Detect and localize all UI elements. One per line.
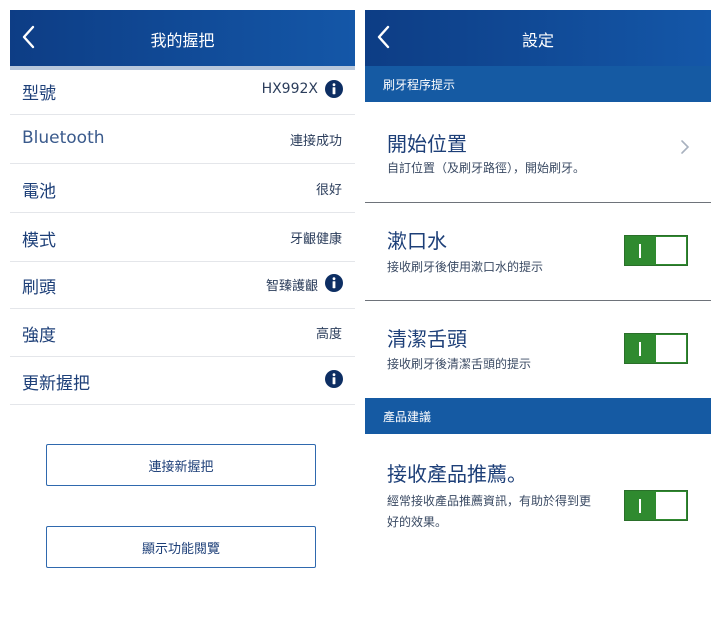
row-label: 更新握把 — [22, 374, 90, 394]
mouthwash-toggle[interactable] — [624, 235, 688, 266]
toggle-on-mark — [639, 244, 641, 258]
section-header: 產品建議 — [365, 398, 711, 434]
section-label: 產品建議 — [383, 410, 432, 424]
row-update-handle: 更新握把 — [10, 356, 355, 405]
row-label: 強度 — [22, 326, 56, 346]
item-description: 自訂位置（及刷牙路徑），開始刷牙。 — [387, 161, 586, 175]
row-value: 連接成功 — [289, 134, 342, 149]
row-label: Bluetooth — [22, 128, 105, 148]
item-description: 好的效果。 — [387, 515, 448, 529]
tongue-clean-toggle[interactable] — [624, 333, 688, 364]
item-title: 開始位置 — [387, 132, 467, 156]
toggle-knob — [656, 335, 686, 362]
start-position-item[interactable]: 開始位置 自訂位置（及刷牙路徑），開始刷牙。 — [365, 102, 711, 202]
toggle-knob — [656, 237, 686, 264]
page-title: 設定 — [521, 31, 554, 50]
row-label: 模式 — [22, 231, 56, 251]
row-intensity[interactable]: 強度 高度 — [10, 308, 355, 357]
product-recommendation-toggle[interactable] — [624, 490, 688, 521]
header: 我的握把 — [10, 10, 355, 66]
toggle-on-mark — [639, 342, 641, 356]
show-features-button[interactable]: 顯示功能閱覽 — [46, 526, 316, 568]
product-recommendation-item: 接收產品推薦。 經常接收產品推薦資訊，有助於得到更 好的效果。 — [365, 434, 711, 554]
item-description: 接收刷牙後使用漱口水的提示 — [387, 260, 544, 274]
item-description: 接收刷牙後清潔舌頭的提示 — [387, 357, 532, 371]
item-title: 漱口水 — [387, 229, 447, 253]
row-value: 很好 — [315, 183, 342, 198]
row-value: 智臻護齦 — [265, 279, 318, 294]
item-title: 清潔舌頭 — [387, 327, 467, 351]
settings-screen: 設定 刷牙程序提示 開始位置 自訂位置（及刷牙路徑），開始刷牙。 漱口水 接收刷… — [365, 10, 711, 644]
row-bluetooth: Bluetooth 連接成功 — [10, 115, 355, 164]
section-header: 刷牙程序提示 — [365, 66, 711, 102]
row-battery: 電池 很好 — [10, 164, 355, 213]
section-label: 刷牙程序提示 — [383, 78, 456, 92]
tongue-clean-item: 清潔舌頭 接收刷牙後清潔舌頭的提示 — [365, 301, 711, 398]
item-description: 經常接收產品推薦資訊，有助於得到更 — [387, 494, 592, 508]
my-handle-screen: 我的握把 型號 HX992X Bluetooth 連接成功 電池 很好 模式 牙… — [10, 10, 355, 644]
row-mode[interactable]: 模式 牙齦健康 — [10, 213, 355, 262]
toggle-on-mark — [639, 499, 641, 513]
row-value: 牙齦健康 — [289, 232, 342, 247]
item-title: 接收產品推薦。 — [387, 462, 527, 486]
mouthwash-item: 漱口水 接收刷牙後使用漱口水的提示 — [365, 203, 711, 300]
row-brush-head: 刷頭 智臻護齦 — [10, 260, 355, 309]
row-model: 型號 HX992X — [10, 66, 355, 115]
header: 設定 — [365, 10, 711, 66]
connect-new-handle-button[interactable]: 連接新握把 — [46, 444, 316, 486]
row-value: HX992X — [261, 81, 318, 97]
row-label: 型號 — [22, 84, 56, 104]
info-icon[interactable] — [325, 274, 343, 292]
row-label: 刷頭 — [22, 278, 56, 298]
info-icon[interactable] — [325, 370, 343, 388]
row-label: 電池 — [22, 182, 56, 202]
row-value: 高度 — [315, 327, 342, 342]
page-title: 我的握把 — [150, 31, 215, 50]
toggle-knob — [656, 492, 686, 519]
chevron-right-icon — [681, 140, 690, 154]
info-icon[interactable] — [325, 80, 343, 98]
